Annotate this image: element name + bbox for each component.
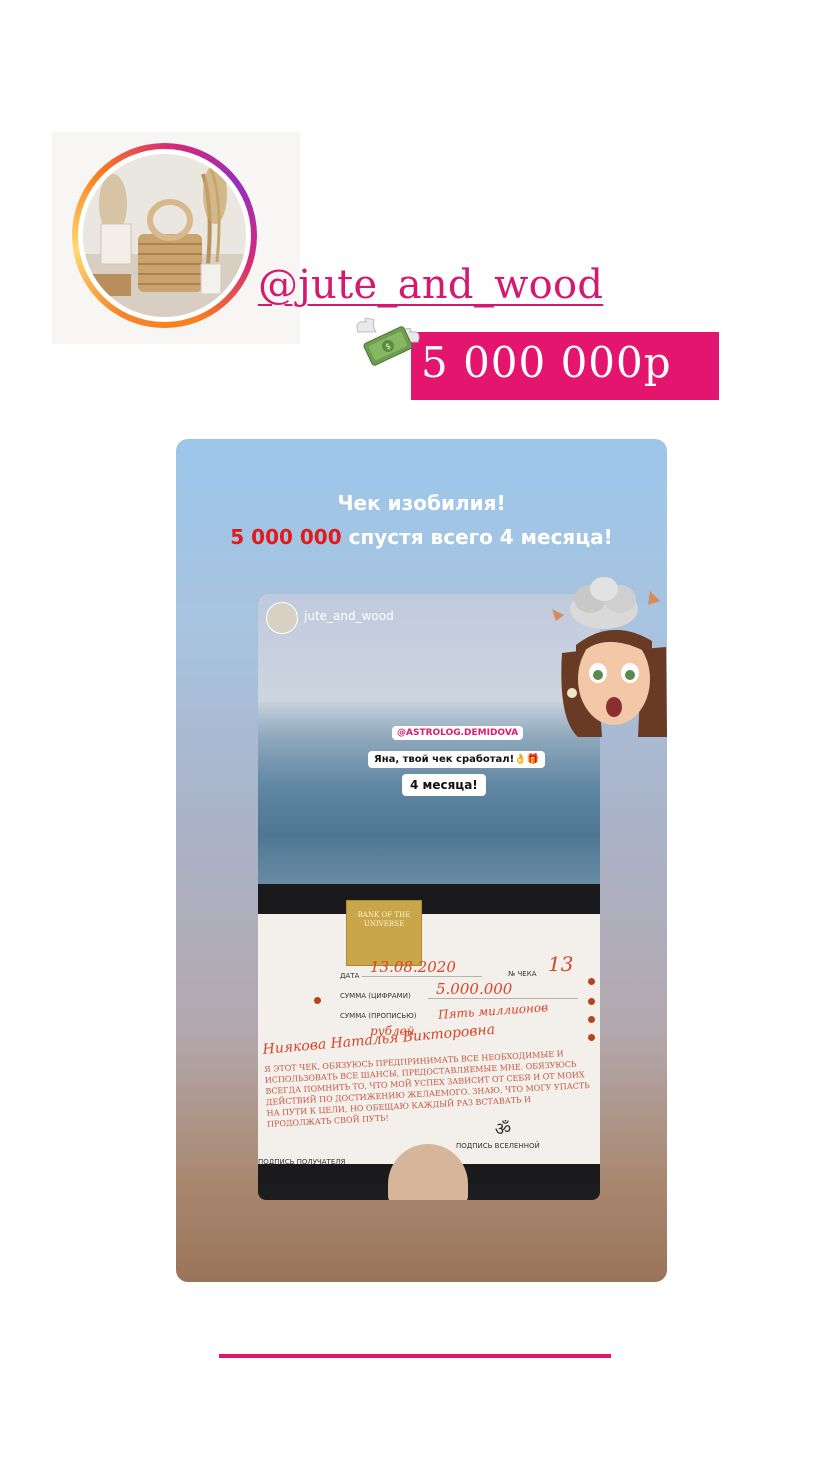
universe-signature-label: ПОДПИСЬ ВСЕЛЕННОЙ	[456, 1142, 540, 1150]
check-number-value: 13	[548, 952, 574, 976]
card-title: Чек изобилия!	[337, 491, 506, 515]
om-symbol-icon: ॐ	[495, 1119, 511, 1140]
sum-words-value: Пять миллионов	[437, 1000, 549, 1022]
mention-sticker[interactable]: @ASTROLOG.DEMIDOVA	[392, 726, 524, 740]
exploding-head-memoji-icon	[552, 577, 667, 737]
card-subtitle-amount: 5 000 000	[230, 525, 342, 549]
repost-card[interactable]: Чек изобилия! 5 000 000 спустя всего 4 м…	[176, 439, 667, 1282]
holding-thumb	[388, 1144, 468, 1200]
story-avatar[interactable]	[266, 602, 298, 634]
story-railing	[258, 884, 600, 914]
amount-text: 5 000 000р	[421, 338, 672, 387]
sum-digits-value: 5.000.000	[436, 980, 513, 998]
card-subtitle-rest: спустя всего 4 месяца!	[341, 525, 613, 549]
avatar	[83, 154, 246, 317]
months-sticker: 4 месяца!	[402, 774, 486, 796]
bank-logo-text: BANK OF THE UNIVERSE	[357, 911, 411, 928]
sum-words-label: СУММА (ПРОПИСЬЮ)	[340, 1012, 417, 1020]
jute-bag-photo	[83, 154, 246, 317]
card-subtitle: 5 000 000 спустя всего 4 месяца!	[176, 525, 667, 549]
message-sticker: Яна, твой чек сработал!👌🎁	[368, 751, 546, 768]
bottom-divider-line	[219, 1354, 611, 1358]
universe-check: BANK OF THE UNIVERSE ДАТА 13.08.2020 № Ч…	[258, 900, 600, 1200]
date-value: 13.08.2020	[370, 958, 456, 976]
bank-logo: BANK OF THE UNIVERSE	[346, 900, 422, 966]
check-body-text: Я ЭТОТ ЧЕК, ОБЯЗУЮСЬ ПРЕДПРИНИМАТЬ ВСЕ Н…	[264, 1049, 590, 1129]
profile-handle-link[interactable]: @jute_and_wood	[258, 262, 603, 308]
check-number-label: № ЧЕКА	[508, 970, 537, 978]
profile-avatar-ring[interactable]	[72, 143, 257, 328]
story-username[interactable]: jute_and_wood	[304, 609, 394, 623]
money-with-wings-icon: $	[356, 317, 420, 366]
svg-text:ॐ: ॐ	[495, 1119, 511, 1140]
sum-digits-label: СУММА (ЦИФРАМИ)	[340, 992, 411, 1000]
date-label: ДАТА	[340, 972, 360, 980]
amount-badge: 5 000 000р	[411, 332, 719, 400]
